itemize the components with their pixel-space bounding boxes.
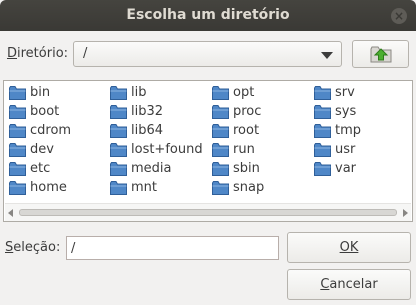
- folder-name: boot: [30, 104, 60, 119]
- folder-name: mnt: [131, 180, 157, 195]
- cancel-button[interactable]: Cancelar: [287, 269, 411, 300]
- folder-icon: [110, 124, 127, 138]
- folder-name: snap: [233, 180, 265, 195]
- folder-icon: [212, 181, 229, 195]
- folder-icon: [212, 162, 229, 176]
- directory-label: Diretório:: [7, 46, 69, 61]
- folder-icon: [110, 181, 127, 195]
- close-button[interactable]: ×: [391, 8, 407, 24]
- folder-name: var: [335, 161, 357, 176]
- folder-icon: [110, 162, 127, 176]
- folder-name: lib64: [131, 123, 164, 138]
- folder-name: home: [30, 180, 67, 195]
- folder-icon: [9, 105, 26, 119]
- folder-name: lost+found: [131, 142, 203, 157]
- scrollbar-thumb[interactable]: [19, 209, 397, 216]
- folder-icon: [9, 86, 26, 100]
- folder-name: tmp: [335, 123, 362, 138]
- folder-icon: [212, 86, 229, 100]
- cancel-button-label: ancelar: [329, 277, 378, 292]
- folder-name: bin: [30, 85, 51, 100]
- folder-icon: [212, 105, 229, 119]
- folder-icon: [9, 124, 26, 138]
- ok-button-label: OK: [339, 240, 359, 255]
- directory-combobox-value: /: [83, 46, 88, 61]
- folder-name: proc: [233, 104, 262, 119]
- folder-name: etc: [30, 161, 51, 176]
- directory-combobox[interactable]: /: [73, 41, 342, 67]
- folder-name: media: [131, 161, 172, 176]
- horizontal-scrollbar[interactable]: [5, 203, 411, 221]
- folder-icon: [9, 162, 26, 176]
- directory-label-rest: iretório:: [17, 46, 69, 61]
- folder-name: opt: [233, 85, 255, 100]
- folder-icon: [9, 181, 26, 195]
- folder-icon: [314, 86, 331, 100]
- folder-name: usr: [335, 142, 356, 157]
- selection-label-rest: eleção:: [13, 240, 61, 255]
- folder-icon: [314, 105, 331, 119]
- parent-directory-button[interactable]: [352, 40, 409, 68]
- folder-list[interactable]: var usr tmp sys srv snap sbin run root proc opt mnt…: [3, 80, 413, 222]
- title-bar: Escolha um diretório ×: [0, 0, 416, 31]
- folder-name: dev: [30, 142, 54, 157]
- scroll-right-icon[interactable]: [403, 209, 408, 217]
- folder-name: sys: [335, 104, 357, 119]
- scroll-left-icon[interactable]: [8, 209, 13, 217]
- folder-name: root: [233, 123, 260, 138]
- folder-name: run: [233, 142, 255, 157]
- selection-field[interactable]: [66, 236, 279, 260]
- folder-name: srv: [335, 85, 355, 100]
- folder-name: lib: [131, 85, 147, 100]
- folder-name: cdrom: [30, 123, 72, 138]
- folder-icon: [110, 143, 127, 157]
- folder-icon: [314, 162, 331, 176]
- folder-icon: [314, 124, 331, 138]
- ok-button[interactable]: OK: [287, 232, 411, 263]
- folder-icon: [9, 143, 26, 157]
- folder-icon: [110, 86, 127, 100]
- selection-label: Seleção:: [5, 240, 61, 255]
- folder-up-icon: [370, 46, 392, 63]
- folder-icon: [212, 143, 229, 157]
- folder-icon: [212, 124, 229, 138]
- selection-input[interactable]: [67, 237, 278, 259]
- folder-icon: [314, 143, 331, 157]
- folder-name: lib32: [131, 104, 164, 119]
- chevron-down-icon: [321, 52, 333, 59]
- folder-name: sbin: [233, 161, 260, 176]
- folder-icon: [110, 105, 127, 119]
- window-title: Escolha um diretório: [126, 7, 290, 23]
